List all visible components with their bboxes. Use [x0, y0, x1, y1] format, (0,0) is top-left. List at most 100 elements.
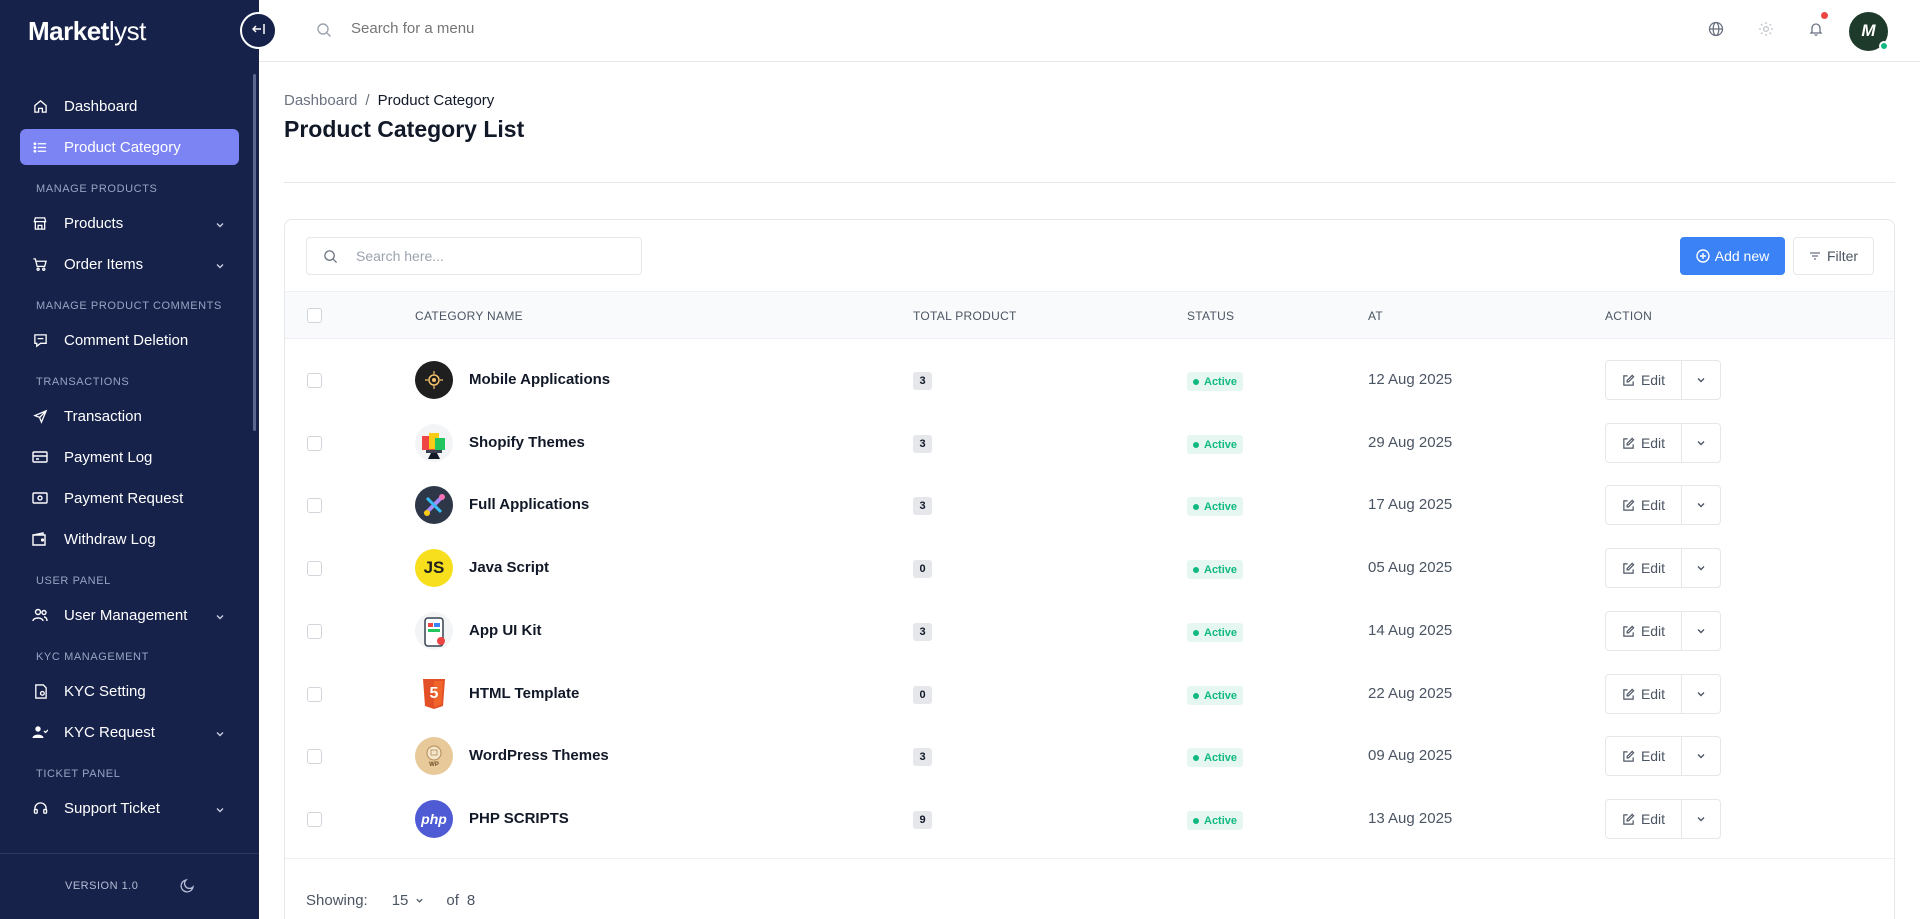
row-actions-dropdown-button[interactable]: [1682, 736, 1721, 776]
notifications-button[interactable]: [1795, 10, 1837, 52]
created-date: 14 Aug 2025: [1368, 622, 1453, 639]
sidebar-item-order-items[interactable]: Order Items: [20, 246, 239, 282]
sidebar-item-withdraw-log[interactable]: Withdraw Log: [20, 521, 239, 557]
category-name[interactable]: Java Script: [469, 559, 549, 576]
table-search[interactable]: [306, 237, 642, 275]
document-settings-icon: [32, 683, 48, 699]
sidebar-item-user-management[interactable]: User Management: [20, 597, 239, 633]
created-date: 12 Aug 2025: [1368, 371, 1453, 388]
page-title: Product Category List: [284, 116, 525, 142]
status-label: Active: [1204, 563, 1238, 576]
chevron-down-icon: [1696, 561, 1706, 576]
sidebar-item-payment-request[interactable]: Payment Request: [20, 480, 239, 516]
store-icon: [32, 215, 48, 231]
row-actions-dropdown-button[interactable]: [1682, 799, 1721, 839]
home-icon: [32, 98, 48, 114]
online-status-dot: [1879, 40, 1889, 51]
row-checkbox[interactable]: [307, 498, 322, 513]
row-checkbox[interactable]: [307, 812, 322, 827]
sidebar-item-transaction[interactable]: Transaction: [20, 398, 239, 434]
row-checkbox[interactable]: [307, 687, 322, 702]
sidebar-item-product-category[interactable]: Product Category: [20, 129, 239, 165]
column-header-status[interactable]: STATUS: [1187, 309, 1234, 323]
sidebar-item-products[interactable]: Products: [20, 205, 239, 241]
row-actions: Edit: [1605, 799, 1721, 839]
column-header-category-name[interactable]: CATEGORY NAME: [415, 309, 523, 323]
row-checkbox[interactable]: [307, 373, 322, 388]
row-checkbox[interactable]: [307, 561, 322, 576]
gear-icon: [1758, 21, 1774, 42]
pagination: Showing: 15 of 8: [306, 892, 475, 909]
row-actions-dropdown-button[interactable]: [1682, 548, 1721, 588]
language-button[interactable]: [1695, 10, 1737, 52]
search-icon: [323, 249, 338, 264]
created-date: 17 Aug 2025: [1368, 496, 1453, 513]
version-label: VERSION 1.0: [65, 880, 139, 892]
chevron-down-icon: [215, 726, 225, 743]
sidebar-item-support-ticket[interactable]: Support Ticket: [20, 790, 239, 826]
headset-icon: [32, 800, 48, 816]
created-date: 29 Aug 2025: [1368, 434, 1453, 451]
chevron-down-icon: [1696, 812, 1706, 827]
row-actions-dropdown-button[interactable]: [1682, 611, 1721, 651]
column-header-total-product[interactable]: TOTAL PRODUCT: [913, 309, 1017, 323]
status-badge: Active: [1187, 435, 1244, 454]
wordpress-icon: WP: [415, 737, 453, 775]
edit-button[interactable]: Edit: [1605, 360, 1682, 400]
sidebar-item-label: Order Items: [64, 255, 144, 273]
chevron-down-icon: [1696, 498, 1706, 513]
edit-button[interactable]: Edit: [1605, 485, 1682, 525]
category-name[interactable]: PHP SCRIPTS: [469, 810, 569, 827]
status-badge: Active: [1187, 623, 1244, 642]
category-name[interactable]: WordPress Themes: [469, 747, 609, 764]
sidebar-item-comment-deletion[interactable]: Comment Deletion: [20, 322, 239, 358]
javascript-icon: JS: [415, 549, 453, 587]
sidebar-collapse-button[interactable]: [240, 12, 277, 49]
table-search-input[interactable]: [356, 248, 616, 264]
sidebar-item-kyc-request[interactable]: KYC Request: [20, 714, 239, 750]
sidebar-item-dashboard[interactable]: Dashboard: [20, 88, 239, 124]
edit-button[interactable]: Edit: [1605, 799, 1682, 839]
moon-icon[interactable]: [180, 877, 196, 898]
filter-button[interactable]: Filter: [1793, 237, 1874, 275]
globe-icon: [1708, 21, 1724, 42]
edit-button[interactable]: Edit: [1605, 674, 1682, 714]
edit-icon: [1622, 499, 1635, 512]
showing-label: Showing:: [306, 892, 368, 909]
row-actions-dropdown-button[interactable]: [1682, 423, 1721, 463]
per-page-select[interactable]: 15: [392, 892, 425, 909]
row-actions-dropdown-button[interactable]: [1682, 360, 1721, 400]
row-checkbox[interactable]: [307, 436, 322, 451]
sidebar-item-label: Products: [64, 214, 124, 232]
select-all-checkbox[interactable]: [307, 308, 322, 323]
category-name[interactable]: Full Applications: [469, 496, 589, 513]
sidebar-scrollbar[interactable]: [253, 74, 256, 431]
category-name[interactable]: HTML Template: [469, 685, 579, 702]
row-checkbox[interactable]: [307, 749, 322, 764]
status-dot: [1193, 503, 1199, 510]
brand-logo[interactable]: Marketlyst: [28, 16, 146, 47]
sidebar-item-payment-log[interactable]: Payment Log: [20, 439, 239, 475]
settings-button[interactable]: [1745, 10, 1787, 52]
category-name[interactable]: Shopify Themes: [469, 434, 585, 451]
category-name[interactable]: App UI Kit: [469, 622, 542, 639]
sidebar-item-kyc-setting[interactable]: KYC Setting: [20, 673, 239, 709]
row-checkbox[interactable]: [307, 624, 322, 639]
category-name[interactable]: Mobile Applications: [469, 371, 610, 388]
row-actions-dropdown-button[interactable]: [1682, 485, 1721, 525]
row-actions-dropdown-button[interactable]: [1682, 674, 1721, 714]
menu-search-input[interactable]: [351, 20, 651, 37]
edit-button[interactable]: Edit: [1605, 548, 1682, 588]
row-actions: Edit: [1605, 736, 1721, 776]
breadcrumb-dashboard[interactable]: Dashboard: [284, 92, 357, 109]
table-header: CATEGORY NAME TOTAL PRODUCT STATUS AT AC…: [285, 291, 1894, 339]
status-label: Active: [1204, 375, 1238, 388]
add-new-button[interactable]: Add new: [1680, 237, 1785, 275]
sidebar-item-label: Payment Log: [64, 448, 153, 466]
avatar[interactable]: M: [1849, 11, 1889, 51]
sidebar-item-label: Dashboard: [64, 97, 138, 115]
edit-button[interactable]: Edit: [1605, 611, 1682, 651]
edit-button[interactable]: Edit: [1605, 423, 1682, 463]
edit-button[interactable]: Edit: [1605, 736, 1682, 776]
column-header-at[interactable]: AT: [1368, 309, 1383, 323]
